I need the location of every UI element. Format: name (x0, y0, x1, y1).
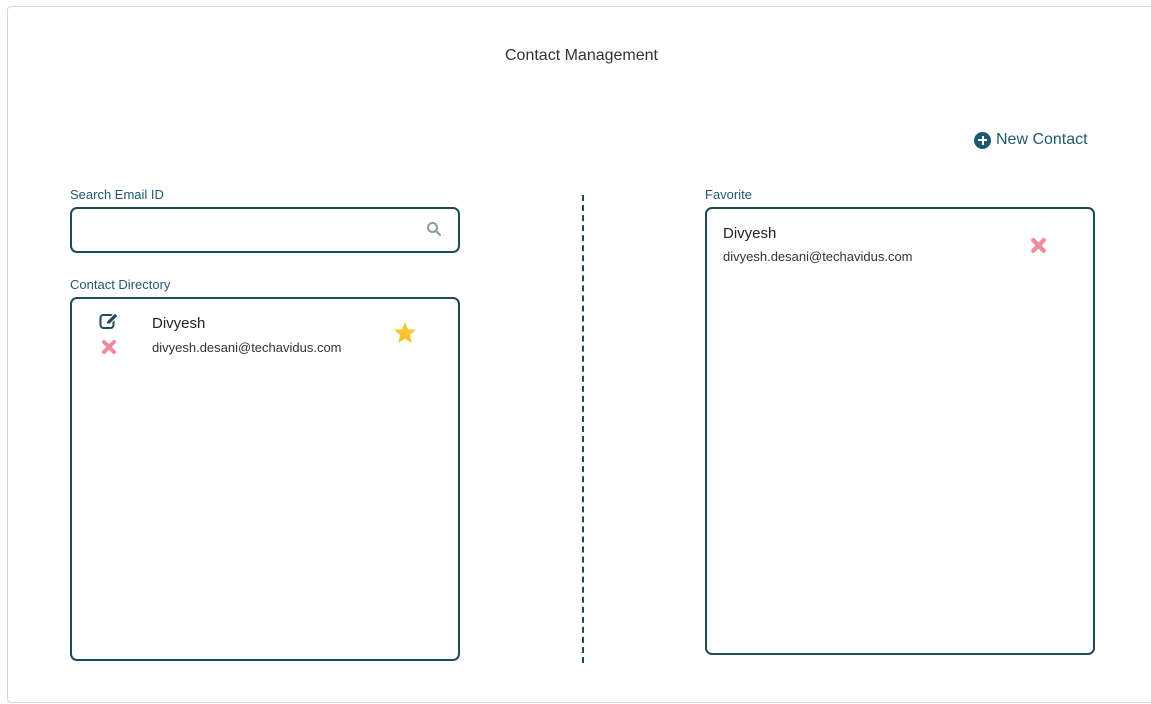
new-contact-label: New Contact (996, 131, 1088, 148)
column-divider (582, 195, 584, 663)
favorite-list: Divyesh divyesh.desani@techavidus.com (705, 207, 1095, 655)
contact-email: divyesh.desani@techavidus.com (152, 340, 342, 355)
delete-icon[interactable] (101, 339, 117, 355)
search-field (70, 207, 460, 253)
new-contact-button[interactable]: New Contact (974, 131, 1088, 149)
search-icon[interactable] (426, 221, 442, 237)
contact-directory-label: Contact Directory (70, 277, 171, 292)
favorite-contact-name: Divyesh (723, 225, 777, 242)
plus-circle-icon (974, 131, 991, 149)
contact-name: Divyesh (152, 315, 206, 332)
favorite-star-icon[interactable] (393, 321, 417, 344)
search-input[interactable] (82, 217, 416, 245)
search-label: Search Email ID (70, 187, 164, 202)
edit-icon[interactable] (99, 312, 120, 330)
favorite-label: Favorite (705, 187, 752, 202)
contact-directory-list: Divyesh divyesh.desani@techavidus.com (70, 297, 460, 661)
page-title: Contact Management (505, 47, 658, 64)
favorite-contact-email: divyesh.desani@techavidus.com (723, 249, 913, 264)
remove-favorite-icon[interactable] (1030, 237, 1047, 254)
